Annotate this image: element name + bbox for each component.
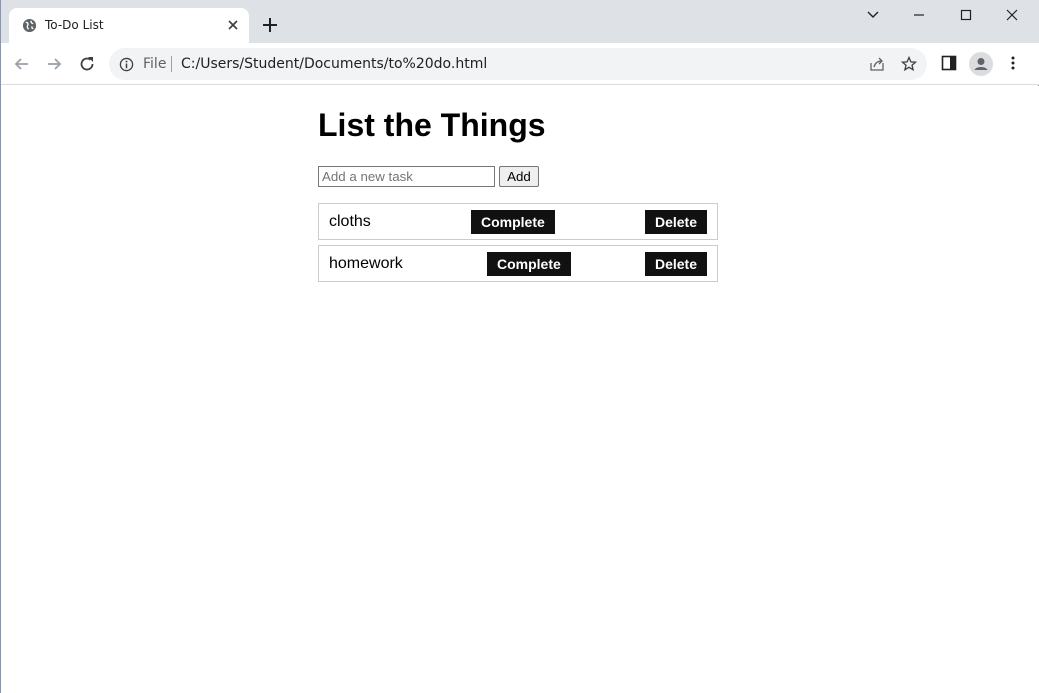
task-input[interactable]	[318, 166, 495, 187]
browser-window: To-Do List File C:/Users/Student/Documen…	[0, 0, 1039, 693]
list-item: homework Complete Delete	[318, 245, 718, 282]
reload-icon[interactable]	[77, 54, 97, 74]
minimize-icon[interactable]	[909, 6, 929, 24]
task-list: cloths Complete Delete homework Complete…	[318, 203, 718, 287]
arrow-left-icon[interactable]	[12, 54, 32, 74]
arrow-right-icon[interactable]	[44, 54, 64, 74]
share-icon[interactable]	[869, 56, 885, 72]
maximize-icon[interactable]	[956, 6, 976, 24]
page-content: List the Things Add cloths Complete Dele…	[1, 86, 1039, 693]
close-icon[interactable]	[225, 17, 241, 33]
avatar-icon[interactable]	[969, 52, 993, 76]
scheme-label: File	[143, 56, 167, 72]
complete-button[interactable]: Complete	[471, 210, 555, 234]
tab-todo-list[interactable]: To-Do List	[9, 8, 249, 43]
task-text: homework	[329, 255, 403, 272]
url-text[interactable]: C:/Users/Student/Documents/to%20do.html	[181, 56, 487, 72]
tab-title: To-Do List	[45, 18, 104, 32]
address-bar[interactable]: File C:/Users/Student/Documents/to%20do.…	[109, 48, 927, 80]
list-item: cloths Complete Delete	[318, 203, 718, 240]
close-icon[interactable]	[1002, 6, 1022, 24]
star-icon[interactable]	[901, 56, 917, 72]
info-icon[interactable]	[119, 57, 134, 72]
address-separator	[171, 56, 172, 72]
task-text: cloths	[329, 213, 371, 230]
add-button[interactable]: Add	[499, 166, 539, 187]
side-panel-icon[interactable]	[941, 55, 957, 71]
complete-button[interactable]: Complete	[487, 252, 571, 276]
plus-icon[interactable]	[261, 16, 279, 34]
tab-strip: To-Do List	[1, 0, 1039, 43]
delete-button[interactable]: Delete	[644, 210, 707, 234]
browser-toolbar: File C:/Users/Student/Documents/to%20do.…	[1, 43, 1039, 85]
kebab-menu-icon[interactable]	[1005, 55, 1021, 71]
chevron-down-icon[interactable]	[863, 6, 883, 24]
globe-icon	[22, 18, 37, 33]
page-title: List the Things	[318, 107, 546, 143]
delete-button[interactable]: Delete	[644, 252, 707, 276]
